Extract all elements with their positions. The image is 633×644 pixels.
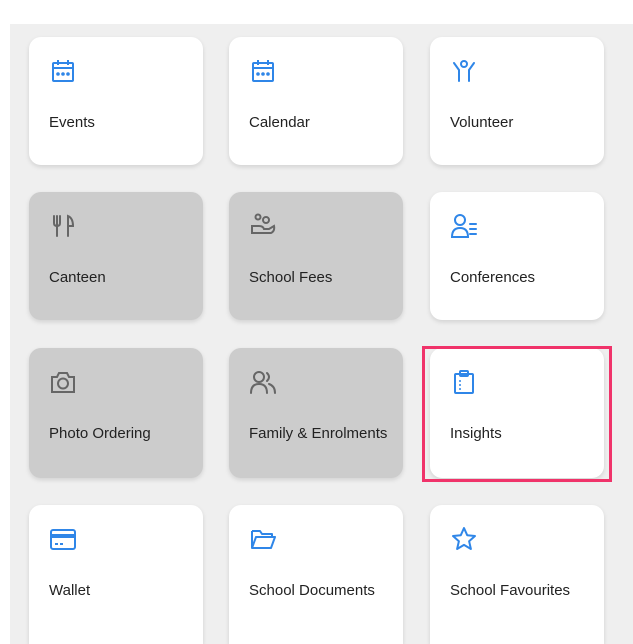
tile-school-fees[interactable]: School Fees <box>229 192 403 320</box>
tile-wallet[interactable]: Wallet <box>29 505 203 644</box>
tile-events[interactable]: Events <box>29 37 203 165</box>
fork-knife-icon <box>49 212 77 240</box>
tile-label: Events <box>49 114 95 131</box>
tile-label: Conferences <box>450 269 536 286</box>
calendar-icon <box>49 57 77 85</box>
hand-coins-icon <box>249 212 277 240</box>
tile-label: School Favourites <box>450 582 571 599</box>
person-list-icon <box>450 212 478 240</box>
camera-icon <box>49 368 77 396</box>
tile-label: Photo Ordering <box>49 425 151 442</box>
card-icon <box>49 525 77 553</box>
tile-label: Insights <box>450 425 502 442</box>
people-icon <box>249 368 277 396</box>
tile-school-favourites[interactable]: School Favourites <box>430 505 604 644</box>
tile-label: Family & Enrolments <box>249 425 388 442</box>
tile-label: School Fees <box>249 269 333 286</box>
tile-label: Volunteer <box>450 114 514 131</box>
star-icon <box>450 525 478 553</box>
tile-calendar[interactable]: Calendar <box>229 37 403 165</box>
tile-insights[interactable]: Insights <box>430 348 604 478</box>
tile-volunteer[interactable]: Volunteer <box>430 37 604 165</box>
calendar-icon <box>249 57 277 85</box>
clipboard-icon <box>450 368 478 396</box>
tile-label: Wallet <box>49 582 91 599</box>
tile-family-enrolments[interactable]: Family & Enrolments <box>229 348 403 478</box>
tile-conferences[interactable]: Conferences <box>430 192 604 320</box>
tile-photo-ordering[interactable]: Photo Ordering <box>29 348 203 478</box>
tile-school-documents[interactable]: School Documents <box>229 505 403 644</box>
folder-icon <box>249 525 277 553</box>
tile-label: Calendar <box>249 114 310 131</box>
tile-label: Canteen <box>49 269 106 286</box>
tile-canteen[interactable]: Canteen <box>29 192 203 320</box>
tile-label: School Documents <box>249 582 375 599</box>
volunteer-hands-icon <box>450 57 478 85</box>
